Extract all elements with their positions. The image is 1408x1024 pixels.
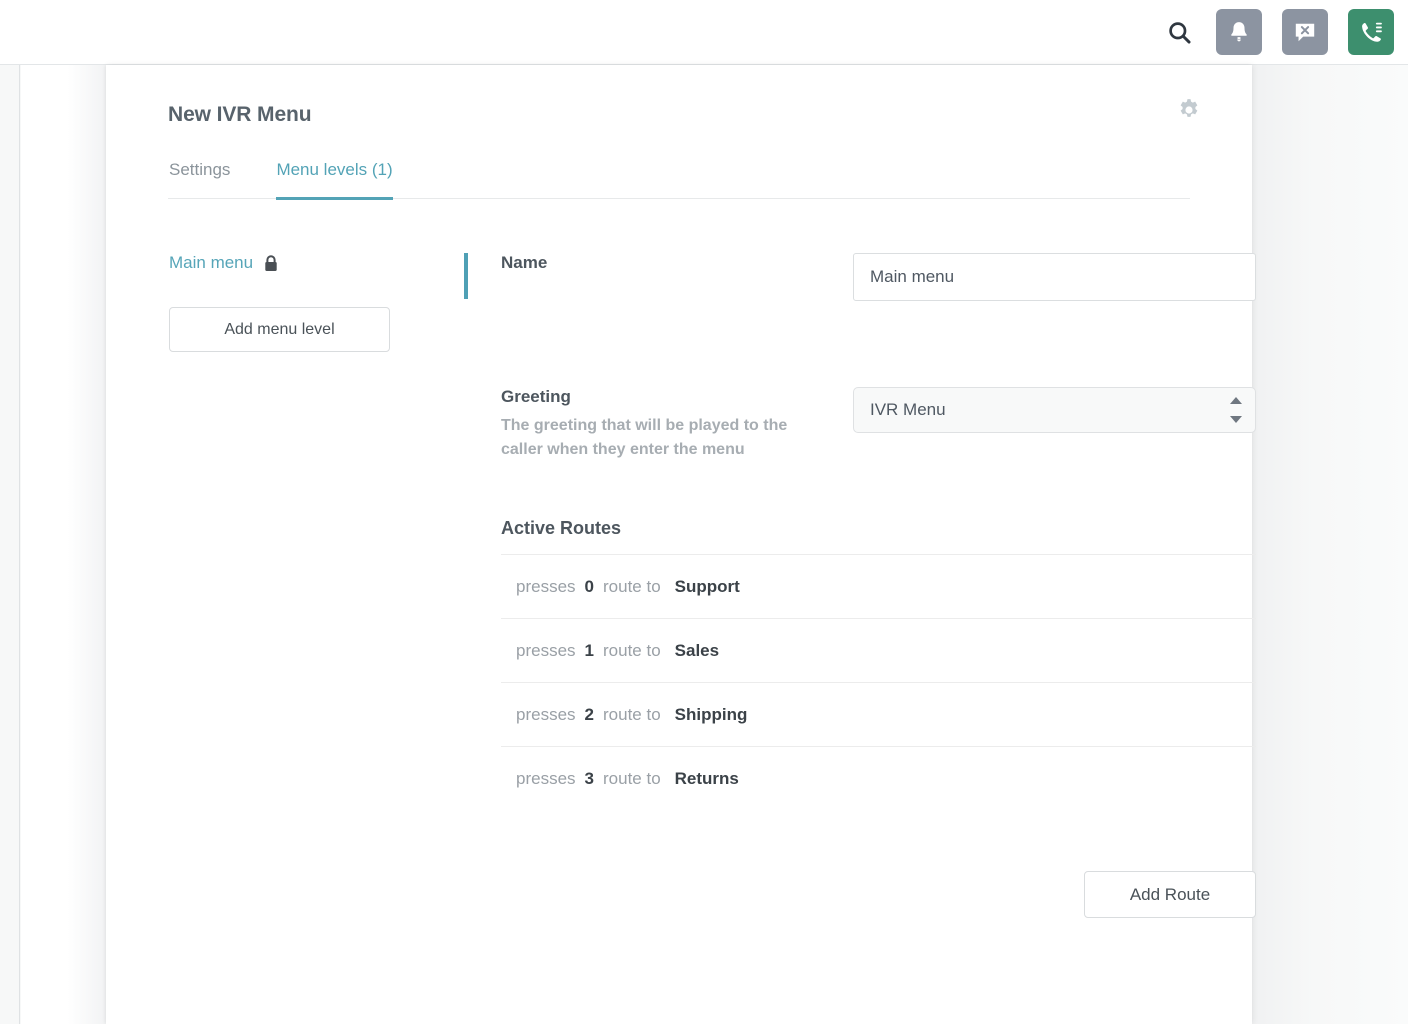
greeting-select-wrap: IVR Menu xyxy=(853,387,1256,433)
messages-button[interactable] xyxy=(1282,9,1328,55)
add-menu-level-button[interactable]: Add menu level xyxy=(169,307,390,352)
name-label: Name xyxy=(501,253,548,272)
greeting-select-value: IVR Menu xyxy=(870,400,946,419)
name-input-col xyxy=(853,253,1256,301)
top-bar xyxy=(0,0,1408,65)
search-icon[interactable] xyxy=(1162,15,1196,49)
gear-icon[interactable] xyxy=(1176,97,1202,123)
route-key: 1 xyxy=(584,640,594,660)
call-menu-button[interactable] xyxy=(1348,9,1394,55)
content-card: New IVR Menu Settings Menu levels (1) Ma… xyxy=(106,65,1256,1024)
bell-icon xyxy=(1231,22,1247,42)
route-prefix: presses xyxy=(516,576,576,596)
route-destination: Shipping xyxy=(674,704,748,724)
left-rail xyxy=(0,65,20,1024)
routes-footer: Add Route xyxy=(501,871,1256,918)
active-routes-section: Active Routes presses 0 route to Support… xyxy=(501,518,1256,918)
tab-bar: Settings Menu levels (1) xyxy=(168,154,1190,200)
tab-menu-levels[interactable]: Menu levels (1) xyxy=(276,154,393,200)
route-prefix: presses xyxy=(516,640,576,660)
phone-menu-icon xyxy=(1361,22,1382,42)
rail-gap xyxy=(21,65,106,1024)
route-destination: Sales xyxy=(674,640,720,660)
chat-dismiss-icon xyxy=(1295,23,1315,41)
lock-icon xyxy=(264,254,278,272)
greeting-help-text: The greeting that will be played to the … xyxy=(501,417,788,458)
route-middle: route to xyxy=(603,704,661,724)
notifications-button[interactable] xyxy=(1216,9,1262,55)
greeting-select[interactable]: IVR Menu xyxy=(853,387,1256,433)
name-input[interactable] xyxy=(853,253,1256,301)
route-destination: Returns xyxy=(674,768,739,788)
route-middle: route to xyxy=(603,768,661,788)
table-row[interactable]: presses 0 route to Support xyxy=(501,554,1256,618)
name-label-col: Name xyxy=(501,253,853,273)
menu-level-label: Main menu xyxy=(169,253,254,272)
top-bar-icons xyxy=(1162,9,1394,55)
table-row[interactable]: presses 2 route to Shipping xyxy=(501,682,1256,746)
field-spacer xyxy=(501,301,1256,387)
route-key: 3 xyxy=(584,768,594,788)
menu-level-detail: Name Greeting The greeting that will xyxy=(464,253,1256,1024)
route-destination: Support xyxy=(674,576,740,596)
route-prefix: presses xyxy=(516,768,576,788)
greeting-input-col: IVR Menu xyxy=(853,387,1256,433)
route-key: 0 xyxy=(584,576,594,596)
menu-level-item-main-menu[interactable]: Main menu xyxy=(169,253,278,273)
route-prefix: presses xyxy=(516,704,576,724)
page-body: New IVR Menu Settings Menu levels (1) Ma… xyxy=(0,65,1408,1024)
route-middle: route to xyxy=(603,640,661,660)
menu-levels-panel: Main menu Add menu level Name Main menu … xyxy=(168,253,1256,1024)
name-field-row: Name xyxy=(501,253,1256,301)
page-title: New IVR Menu xyxy=(168,103,312,126)
route-middle: route to xyxy=(603,576,661,596)
greeting-label-col: Greeting The greeting that will be playe… xyxy=(501,387,853,462)
add-route-button[interactable]: Add Route xyxy=(1084,871,1256,918)
menu-level-list: Main menu Add menu level xyxy=(168,253,464,918)
route-key: 2 xyxy=(584,704,594,724)
greeting-label: Greeting xyxy=(501,387,571,406)
greeting-field-row: Greeting The greeting that will be playe… xyxy=(501,387,1256,462)
table-row[interactable]: presses 3 route to Returns xyxy=(501,746,1256,810)
table-row[interactable]: presses 1 route to Sales xyxy=(501,618,1256,682)
right-page-fill xyxy=(1252,65,1408,1024)
active-routes-title: Active Routes xyxy=(501,518,622,538)
tab-settings[interactable]: Settings xyxy=(169,154,230,200)
app-root: New IVR Menu Settings Menu levels (1) Ma… xyxy=(0,0,1408,1024)
